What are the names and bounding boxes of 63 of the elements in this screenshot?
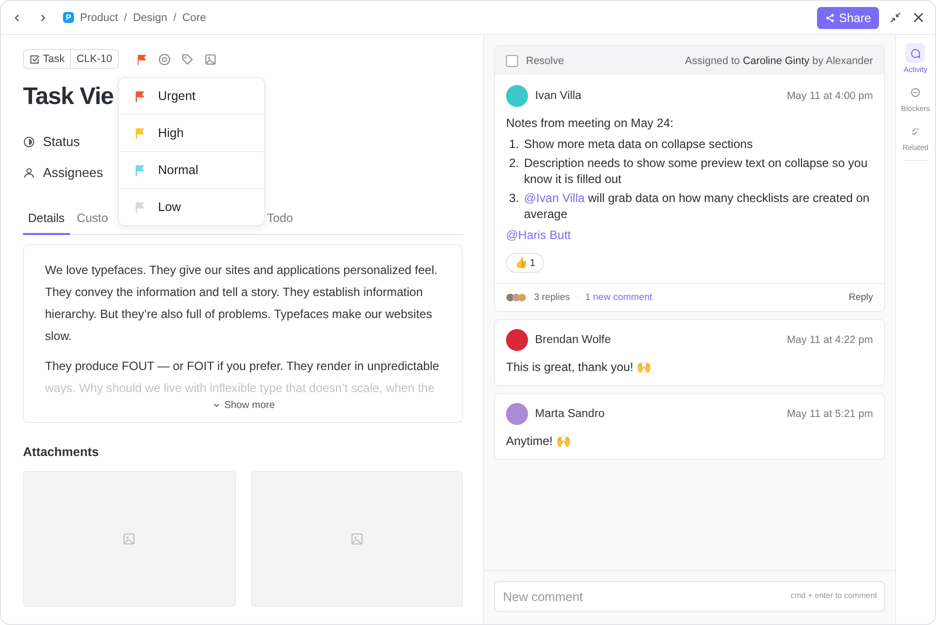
field-label: Status [43, 134, 80, 149]
breadcrumb-link[interactable]: Design [132, 12, 168, 24]
comment-text: Anytime! 🙌 [506, 434, 572, 448]
priority-option[interactable]: High [119, 114, 264, 151]
tag-icon[interactable] [181, 52, 194, 66]
share-button[interactable]: Share [816, 6, 879, 28]
collapse-icon[interactable] [889, 11, 902, 24]
chevron-down-icon [212, 401, 222, 410]
comment-time: May 11 at 5:21 pm [786, 408, 873, 420]
flag-icon[interactable] [135, 52, 148, 66]
share-icon [824, 12, 835, 22]
list-number: 2. [508, 155, 520, 172]
comment-text: Notes from meeting on May 24: [506, 116, 674, 130]
chat-bubble-icon [910, 48, 921, 58]
mention-link[interactable]: @Ivan Villa [524, 191, 585, 205]
close-icon[interactable] [912, 11, 925, 24]
priority-option[interactable]: Low [119, 188, 264, 225]
resolve-checkbox[interactable]: Resolve [506, 54, 564, 66]
list-number: 1. [508, 136, 520, 152]
breadcrumb-separator: / [173, 12, 176, 24]
field-label: Assignees [43, 165, 103, 180]
image-placeholder-icon [350, 532, 364, 546]
priority-option[interactable]: Urgent [119, 78, 264, 114]
list-item-text: Show more meta data on collapse sections [524, 136, 753, 152]
breadcrumb-link[interactable]: Product [80, 12, 118, 24]
tab[interactable]: Todo [262, 202, 298, 235]
author-name: Brendan Wolfe [535, 334, 611, 346]
shortcut-hint: cmd + enter to comment [790, 591, 877, 600]
list-number: 3. [508, 190, 520, 207]
separator-dot: · [576, 292, 580, 303]
replies-count: 3 replies [534, 292, 570, 303]
reaction-button[interactable]: 👍 1 [506, 253, 544, 273]
author-name: Marta Sandro [535, 408, 605, 420]
tab[interactable]: Details [23, 202, 70, 235]
task-type-chip[interactable]: Task CLK-10 [23, 49, 120, 69]
image-placeholder-icon [122, 532, 136, 546]
assignment-note: Assigned to Caroline Ginty by Alexander [685, 54, 873, 66]
task-title: Task Vie [23, 83, 114, 111]
breadcrumb-link[interactable]: Core [182, 12, 206, 24]
tab[interactable]: Custo [72, 202, 114, 235]
image-icon[interactable] [204, 52, 218, 66]
comment-time: May 11 at 4:00 pm [786, 90, 873, 102]
description-paragraph: We love typefaces. They give our sites and applications personalized feel. They convey the information and tell a story. They establish information hierarchy. But they’re also full of problems. Typefaces make our websites slow. [45, 262, 438, 345]
priority-option[interactable]: Normal [119, 151, 264, 188]
reply-avatars-drawing [506, 293, 528, 302]
space-badge: P [63, 12, 74, 23]
status-icon [23, 136, 35, 148]
author-name: Ivan Villa [535, 90, 582, 102]
attachments-heading: Attachments [23, 445, 100, 459]
comment-text: This is great, thank you! 🙌 [506, 360, 653, 374]
comment-time: May 11 at 4:22 pm [786, 334, 873, 346]
attachment-thumbnail[interactable] [23, 471, 236, 607]
person-icon [23, 166, 35, 178]
checkbox-icon [29, 54, 40, 64]
new-comment-link[interactable]: 1 new comment [585, 292, 652, 303]
show-more-button[interactable]: Show more [206, 399, 281, 412]
minus-circle-icon [910, 86, 921, 98]
attachment-thumbnail[interactable] [250, 471, 463, 607]
link-arrows-icon [910, 126, 921, 136]
reply-link[interactable]: Reply [848, 292, 873, 303]
list-item-text: @Ivan Villa will grab data on how many checklists are created on average [524, 190, 870, 222]
mention-link[interactable]: @Haris Butt [506, 228, 571, 242]
breadcrumb-separator: / [124, 12, 127, 24]
